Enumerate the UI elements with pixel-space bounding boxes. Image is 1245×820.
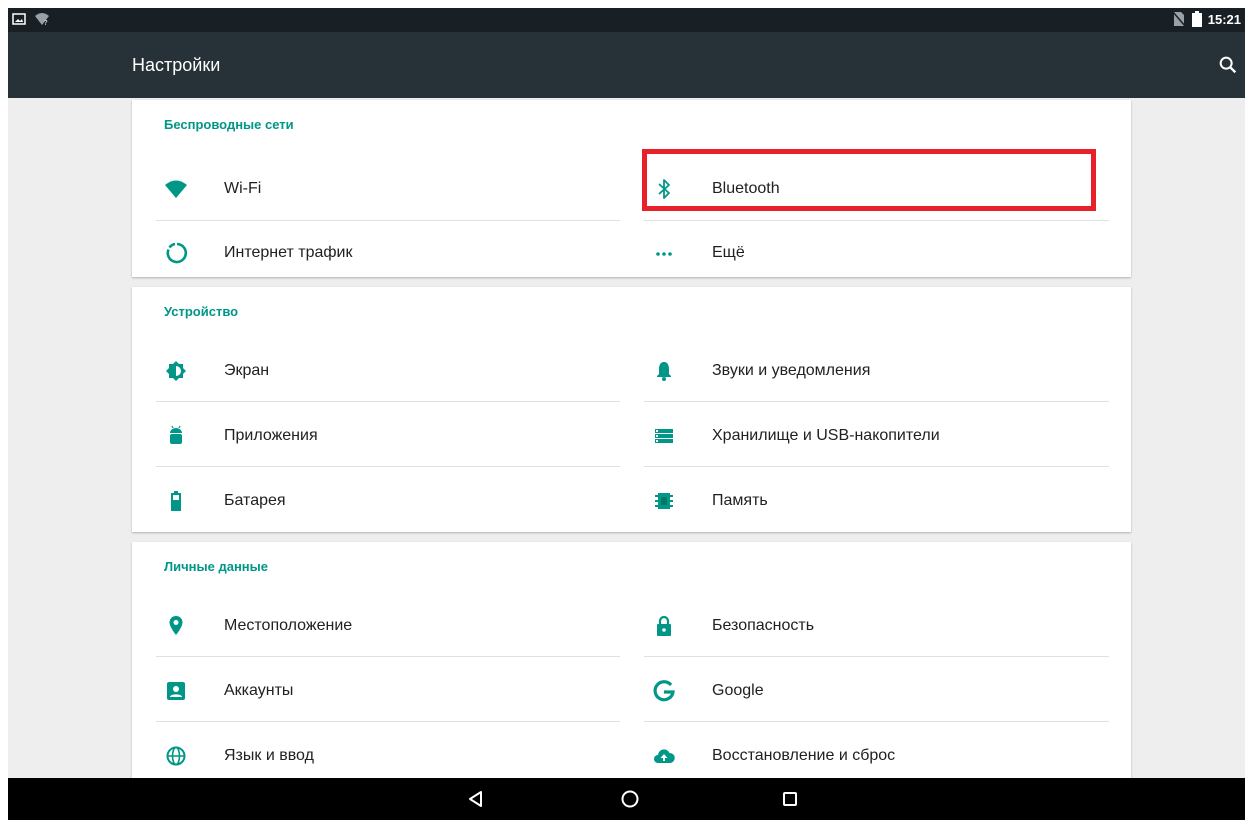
battery-icon xyxy=(171,491,181,511)
page-title: Настройки xyxy=(132,55,221,75)
setting-item-label: Звуки и уведомления xyxy=(712,362,871,379)
item-divider xyxy=(644,401,1109,402)
back-icon[interactable] xyxy=(464,787,488,811)
setting-item-label: Восстановление и сброс xyxy=(712,747,896,764)
setting-item-accounts[interactable]: Аккаунты xyxy=(160,659,625,723)
app-toolbar: Настройки xyxy=(8,32,1245,98)
setting-item-label: Хранилище и USB-накопители xyxy=(712,427,940,444)
lock-icon xyxy=(657,615,671,636)
setting-item-label: Wi-Fi xyxy=(224,180,262,197)
item-divider xyxy=(156,401,620,402)
item-divider xyxy=(644,721,1109,722)
cloud-upload-icon xyxy=(654,749,675,763)
globe-icon xyxy=(166,746,186,766)
account-icon xyxy=(167,682,185,700)
item-divider xyxy=(156,656,620,657)
google-icon xyxy=(653,680,675,702)
setting-item-label: Интернет трафик xyxy=(224,244,353,261)
setting-item-storage[interactable]: Хранилище и USB-накопители xyxy=(648,404,1113,468)
status-time: 15:21 xyxy=(1207,11,1241,27)
search-icon[interactable] xyxy=(1217,54,1239,76)
setting-item-wifi[interactable]: Wi-Fi xyxy=(160,157,625,221)
recents-icon[interactable] xyxy=(778,787,802,811)
device-section-header: Устройство xyxy=(164,304,239,319)
setting-item-memory[interactable]: Память xyxy=(648,469,1113,533)
setting-item-label: Язык и ввод xyxy=(224,747,314,764)
setting-item-apps[interactable]: Приложения xyxy=(160,404,625,468)
personal-section-card: Личные данные Местоположение Безопасност… xyxy=(132,542,1131,782)
personal-section-header: Личные данные xyxy=(164,559,268,574)
wireless-section-header: Беспроводные сети xyxy=(164,117,294,132)
setting-item-label: Батарея xyxy=(224,492,286,509)
item-divider xyxy=(644,466,1109,467)
setting-item-google[interactable]: Google xyxy=(648,659,1113,723)
setting-item-security[interactable]: Безопасность xyxy=(648,594,1113,658)
setting-item-sound[interactable]: Звуки и уведомления xyxy=(648,339,1113,403)
setting-item-label: Экран xyxy=(224,362,270,379)
status-bar: ? 15:21 xyxy=(8,8,1245,32)
data-usage-icon xyxy=(166,242,188,264)
item-divider xyxy=(156,466,620,467)
setting-item-data-usage[interactable]: Интернет трафик xyxy=(160,221,625,285)
setting-item-label: Google xyxy=(712,682,764,699)
image-notification-icon xyxy=(12,13,26,25)
device-section-card: Устройство Экран Звуки и уведомления При… xyxy=(132,287,1131,532)
svg-text:?: ? xyxy=(44,19,48,26)
setting-item-label: Память xyxy=(712,492,768,509)
setting-item-label: Аккаунты xyxy=(224,682,294,699)
navigation-bar xyxy=(8,778,1245,820)
setting-item-label: Местоположение xyxy=(224,617,353,634)
battery-icon xyxy=(1191,11,1202,27)
setting-item-label: Безопасность xyxy=(712,617,815,634)
home-icon[interactable] xyxy=(618,787,642,811)
memory-icon xyxy=(655,493,673,509)
item-divider xyxy=(156,721,620,722)
no-sim-icon xyxy=(1172,11,1186,27)
setting-item-more[interactable]: Ещё xyxy=(648,221,1113,285)
setting-item-label: Ещё xyxy=(712,244,745,261)
setting-item-label: Приложения xyxy=(224,427,318,444)
bell-icon xyxy=(657,362,671,381)
location-icon xyxy=(169,616,183,635)
wifi-icon xyxy=(165,180,187,198)
display-icon xyxy=(166,361,186,381)
setting-item-battery[interactable]: Батарея xyxy=(160,469,625,533)
storage-icon xyxy=(655,429,673,443)
bluetooth-highlight-box xyxy=(642,149,1096,211)
more-icon xyxy=(656,252,672,256)
item-divider xyxy=(644,656,1109,657)
settings-screen: ? 15:21 Настройки Беспроводные сети Wi-F… xyxy=(8,8,1245,820)
wifi-unknown-icon: ? xyxy=(35,13,49,26)
android-icon xyxy=(170,425,182,444)
setting-item-location[interactable]: Местоположение xyxy=(160,594,625,658)
setting-item-display[interactable]: Экран xyxy=(160,339,625,403)
